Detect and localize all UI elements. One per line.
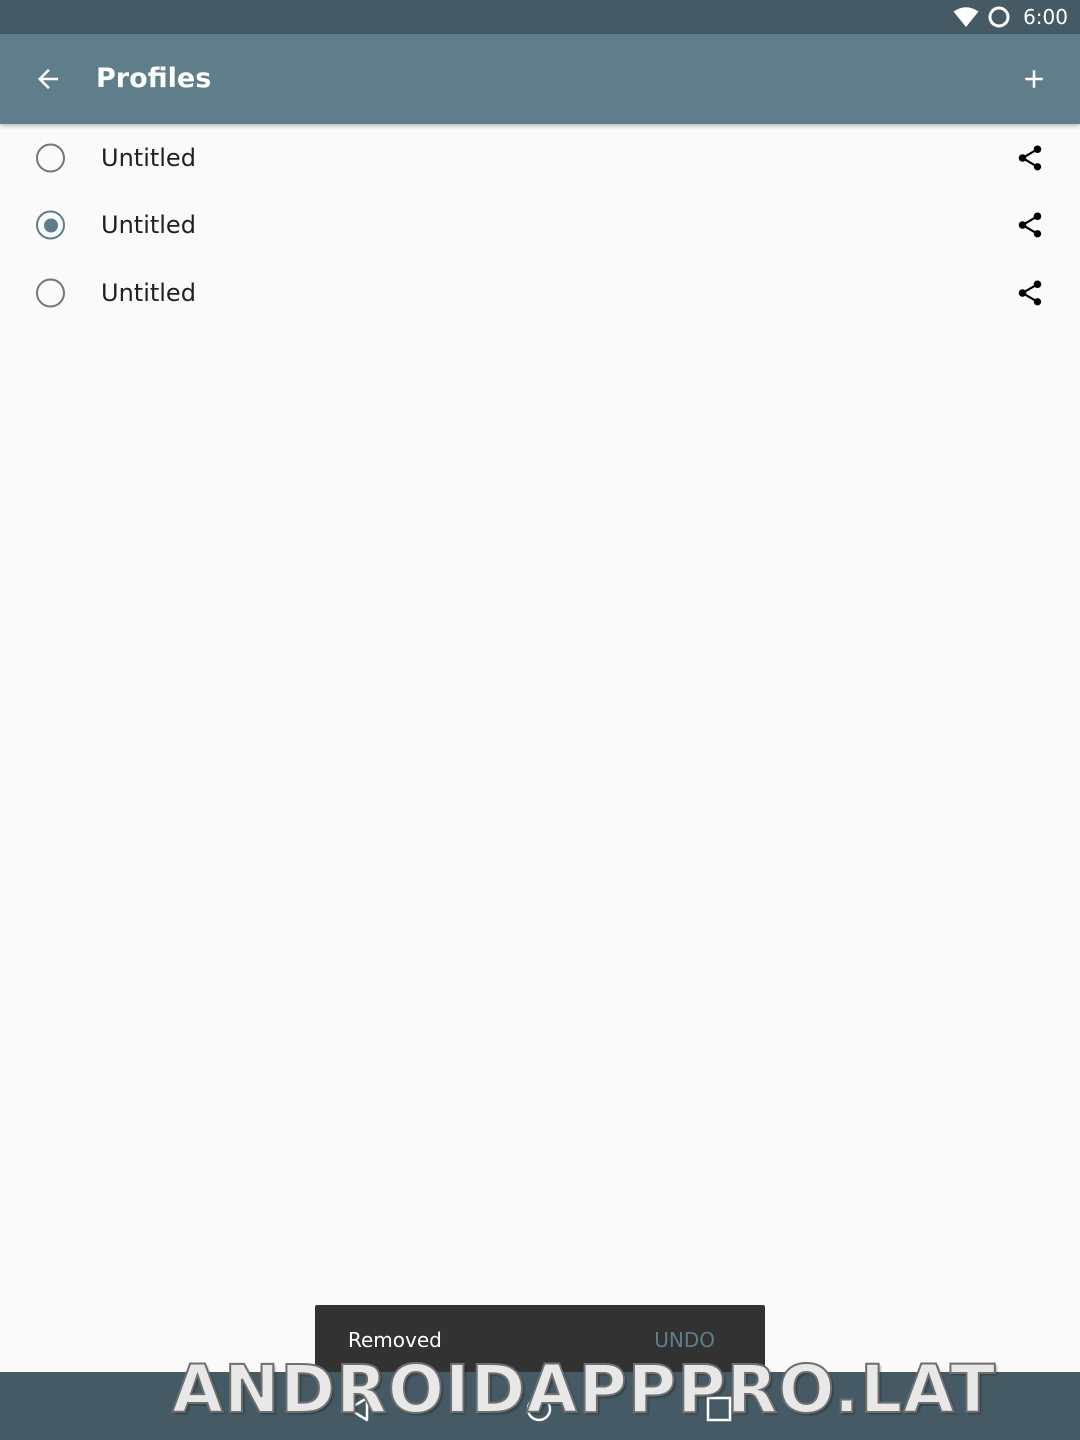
status-bar: 6:00 <box>0 0 1080 34</box>
back-button[interactable] <box>24 55 72 103</box>
arrow-back-icon <box>38 69 58 89</box>
share-icon <box>1018 280 1042 306</box>
status-time: 6:00 <box>1023 5 1068 29</box>
profile-name: Untitled <box>101 211 196 240</box>
profile-radio-selected[interactable] <box>36 210 65 240</box>
share-icon <box>1018 145 1042 171</box>
app-bar: Profiles <box>0 34 1080 124</box>
page-title: Profiles <box>96 63 212 94</box>
watermark-text: ANDROIDAPPPRO.LAT <box>171 1350 997 1429</box>
list-item[interactable]: Untitled <box>0 259 1080 327</box>
snackbar-message: Removed <box>348 1328 442 1352</box>
share-icon <box>1018 212 1042 238</box>
profile-radio[interactable] <box>36 143 65 173</box>
list-item[interactable]: Untitled <box>0 124 1080 192</box>
add-profile-button[interactable] <box>1010 55 1058 103</box>
share-button[interactable] <box>1010 205 1050 245</box>
sync-icon <box>987 5 1011 29</box>
wifi-icon <box>953 6 979 28</box>
profile-name: Untitled <box>101 143 196 172</box>
profile-radio[interactable] <box>36 278 65 308</box>
undo-button[interactable]: UNDO <box>654 1328 715 1352</box>
list-item[interactable]: Untitled <box>0 192 1080 260</box>
screen: 6:00 Profiles Untitled Untitled Untitled… <box>0 0 1080 1440</box>
share-button[interactable] <box>1010 138 1050 178</box>
profile-name: Untitled <box>101 278 196 307</box>
profile-list: Untitled Untitled Untitled <box>0 124 1080 327</box>
add-icon <box>1025 70 1043 88</box>
share-button[interactable] <box>1010 273 1050 313</box>
